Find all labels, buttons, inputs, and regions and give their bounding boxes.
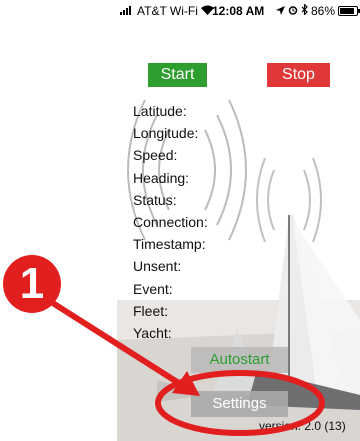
battery-text: 86% <box>310 4 335 18</box>
field-label-speed: Speed: <box>133 147 178 164</box>
start-button[interactable]: Start <box>148 63 207 87</box>
field-label-longitude: Longitude: <box>133 125 199 142</box>
stop-button[interactable]: Stop <box>267 63 330 87</box>
field-label-fleet: Fleet: <box>133 302 169 319</box>
field-label-yacht: Yacht: <box>133 324 172 341</box>
app-screen: AT&T Wi-Fi 12:08 AM 86% Start Stop Latit… <box>117 0 360 441</box>
status-left: AT&T Wi-Fi <box>120 4 214 18</box>
field-list: Latitude: Longitude: Speed: Heading: Sta… <box>133 100 208 344</box>
battery-icon <box>338 6 360 16</box>
field-label-unsent: Unsent: <box>133 258 182 275</box>
carrier-label: AT&T Wi-Fi <box>137 4 198 18</box>
field-label-status: Status: <box>133 191 177 208</box>
step-number-badge: 1 <box>3 255 61 313</box>
bluetooth-icon <box>301 3 308 18</box>
status-time: 12:08 AM <box>212 4 265 18</box>
status-right: 86% <box>275 3 360 18</box>
version-label: version: 2.0 (13) <box>259 419 346 433</box>
field-label-event: Event: <box>133 280 173 297</box>
field-label-timestamp: Timestamp: <box>133 236 206 253</box>
alarm-icon <box>288 4 298 18</box>
field-label-latitude: Latitude: <box>133 103 187 119</box>
field-label-heading: Heading: <box>133 169 190 186</box>
location-arrow-icon <box>275 4 285 18</box>
signal-bars-icon <box>120 4 134 18</box>
autostart-button[interactable]: Autostart <box>191 347 288 373</box>
settings-button[interactable]: Settings <box>191 391 288 417</box>
status-bar: AT&T Wi-Fi 12:08 AM 86% <box>117 0 360 22</box>
field-label-connection: Connection: <box>133 213 208 230</box>
